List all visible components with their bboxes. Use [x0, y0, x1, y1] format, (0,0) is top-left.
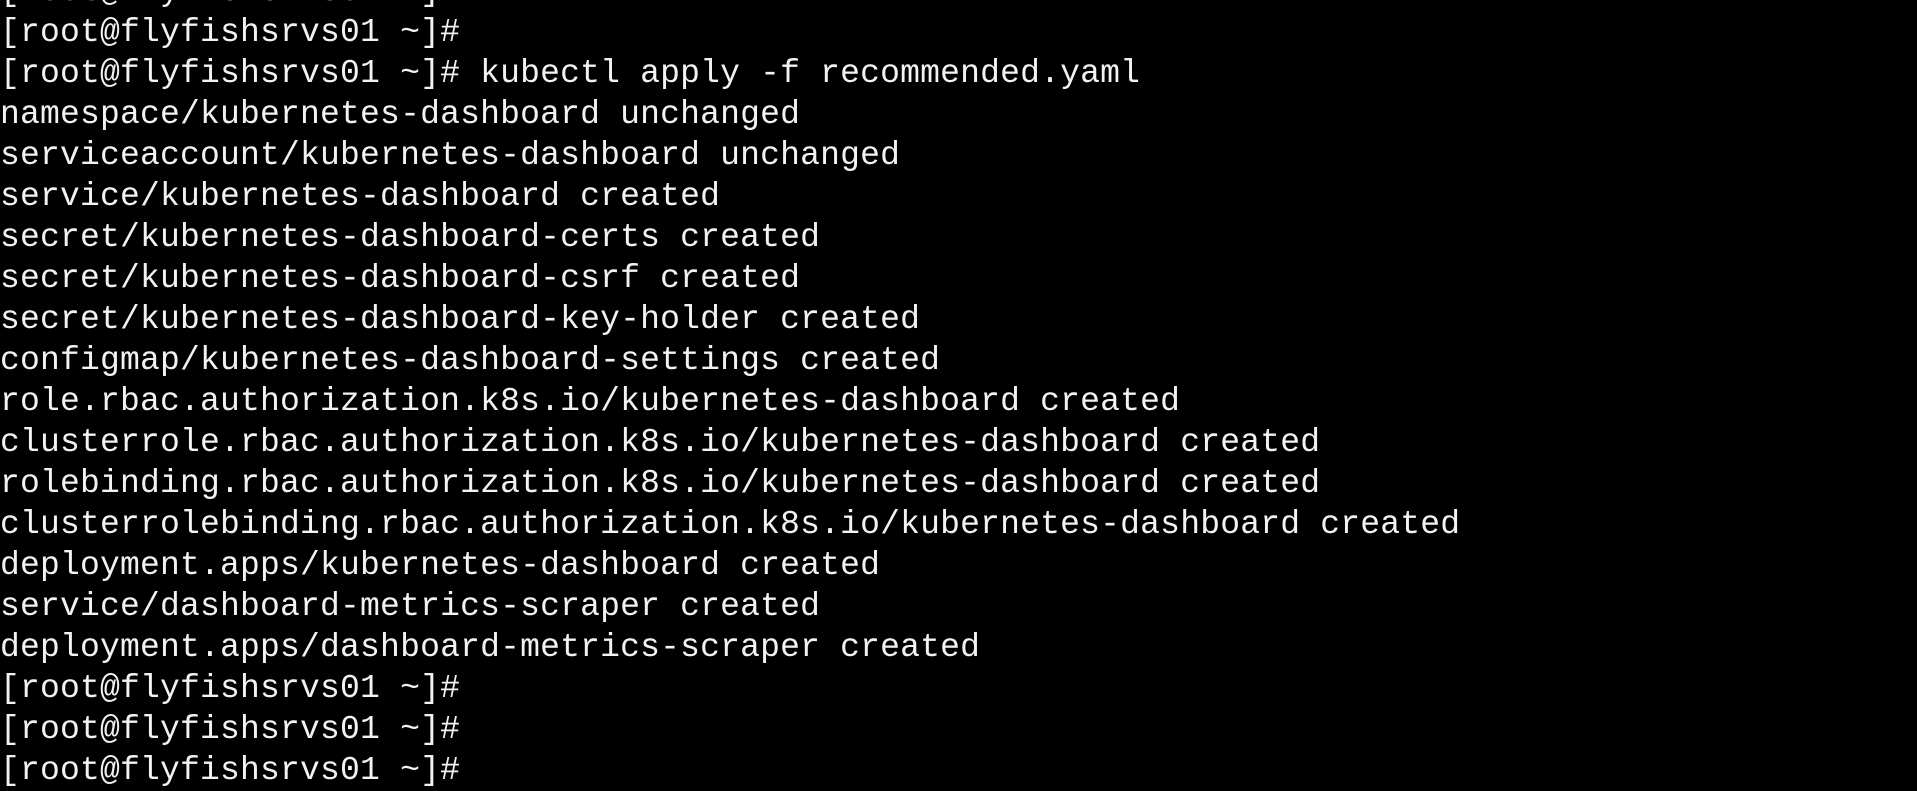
- output-line: secret/kubernetes-dashboard-key-holder c…: [0, 301, 921, 338]
- output-line: namespace/kubernetes-dashboard unchanged: [0, 96, 801, 133]
- prompt-line: [root@flyfishsrvs01 ~]#: [0, 752, 461, 789]
- output-line: secret/kubernetes-dashboard-csrf created: [0, 260, 801, 297]
- output-line: deployment.apps/kubernetes-dashboard cre…: [0, 547, 881, 584]
- output-line: deployment.apps/dashboard-metrics-scrape…: [0, 629, 981, 666]
- output-line: clusterrole.rbac.authorization.k8s.io/ku…: [0, 424, 1321, 461]
- prompt-line: [root@flyfishsrvs01 ~]#: [0, 670, 461, 707]
- output-line: service/kubernetes-dashboard created: [0, 178, 721, 215]
- output-line: rolebinding.rbac.authorization.k8s.io/ku…: [0, 465, 1321, 502]
- output-line: secret/kubernetes-dashboard-certs create…: [0, 219, 821, 256]
- output-line: configmap/kubernetes-dashboard-settings …: [0, 342, 941, 379]
- prompt-line: [root@flyfishsrvs01 ~]#: [0, 14, 461, 51]
- prompt-line: [root@flyfishsrvs01 ~]#: [0, 0, 1460, 12]
- prompt-line: [root@flyfishsrvs01 ~]#: [0, 711, 461, 748]
- terminal-output[interactable]: [root@flyfishsrvs01 ~]# [root@flyfishsrvs…: [0, 0, 1460, 791]
- output-line: service/dashboard-metrics-scraper create…: [0, 588, 821, 625]
- output-line: role.rbac.authorization.k8s.io/kubernete…: [0, 383, 1181, 420]
- command-line: [root@flyfishsrvs01 ~]# kubectl apply -f…: [0, 55, 1141, 92]
- output-line: clusterrolebinding.rbac.authorization.k8…: [0, 506, 1461, 543]
- output-line: serviceaccount/kubernetes-dashboard unch…: [0, 137, 901, 174]
